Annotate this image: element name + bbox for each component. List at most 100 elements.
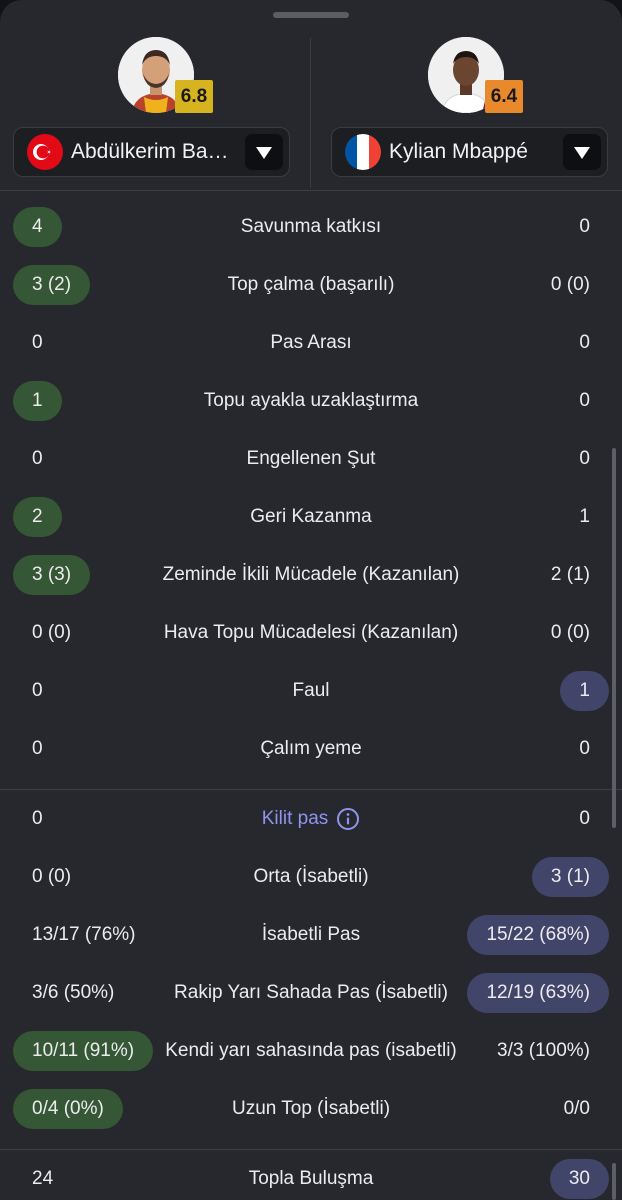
- player-left-selector[interactable]: Abdülkerim Ba…: [13, 127, 290, 177]
- stat-value-right: 0: [579, 808, 590, 829]
- stat-value-right: 0 (0): [550, 622, 590, 643]
- stat-value-right: 3/3 (100%): [497, 1040, 590, 1061]
- stat-row: 2 Geri Kazanma 1: [0, 497, 622, 537]
- stat-label: Uzun Top (İsabetli): [150, 1089, 472, 1129]
- stat-value-left: 1: [13, 381, 62, 421]
- stat-row: 0 (0) Orta (İsabetli) 3 (1): [0, 857, 622, 897]
- stat-row: 0 Faul 1: [0, 671, 622, 711]
- stat-label: Çalım yeme: [150, 729, 472, 769]
- stat-label: Topu ayakla uzaklaştırma: [150, 381, 472, 421]
- stat-label: Kendi yarı sahasında pas (isabetli): [150, 1031, 472, 1071]
- stat-value-right: 2 (1): [550, 564, 590, 585]
- stat-value-right: 0: [579, 332, 590, 353]
- stat-label-text: Kendi yarı sahasında pas (isabetli): [165, 1040, 457, 1061]
- stat-label-text: İsabetli Pas: [261, 924, 361, 945]
- stat-value-left: 0: [32, 738, 43, 759]
- stat-row: 0 Pas Arası 0: [0, 323, 622, 363]
- stat-label: Savunma katkısı: [150, 207, 472, 247]
- stat-label-text: Rakip Yarı Sahada Pas (İsabetli): [174, 982, 448, 1003]
- player-right-rating-badge: 6.4: [485, 80, 523, 113]
- stat-value-left: 0: [32, 808, 43, 829]
- stat-row: 10/11 (91%) Kendi yarı sahasında pas (isa…: [0, 1031, 622, 1071]
- player-right-name: Kylian Mbappé: [389, 140, 528, 163]
- stat-label: Engellenen Şut: [150, 439, 472, 479]
- section-divider: [0, 789, 622, 790]
- stat-value-left: 0: [32, 448, 43, 469]
- stat-label: Orta (İsabetli): [150, 857, 472, 897]
- stat-label-text: Faul: [292, 680, 330, 701]
- stat-label-text: Orta (İsabetli): [253, 866, 369, 887]
- stat-label-text: Çalım yeme: [260, 738, 362, 759]
- stat-row: 13/17 (76%) İsabetli Pas 15/22 (68%): [0, 915, 622, 955]
- stat-value-left: 0: [32, 680, 43, 701]
- stat-label-text: Pas Arası: [270, 332, 352, 353]
- stat-label-text: Engellenen Şut: [246, 448, 376, 469]
- player-left: 6.8 Abdülkerim Ba…: [0, 0, 311, 190]
- stat-label-text: Topla Buluşma: [248, 1168, 374, 1189]
- stat-value-left: 3/6 (50%): [32, 982, 115, 1003]
- stat-value-right: 0: [579, 448, 590, 469]
- stat-value-left: 10/11 (91%): [13, 1031, 154, 1071]
- stat-label-link[interactable]: Kilit pas: [150, 799, 472, 839]
- stat-row: 3 (2) Top çalma (başarılı) 0 (0): [0, 265, 622, 305]
- stat-value-right: 1: [560, 671, 609, 711]
- player-right: 6.4 Kylian Mbappé: [311, 0, 622, 190]
- section-divider: [0, 1149, 622, 1150]
- section-divider: [0, 190, 622, 191]
- chevron-down-icon[interactable]: [245, 134, 283, 170]
- stat-label-text: Geri Kazanma: [250, 506, 372, 527]
- scrollbar[interactable]: [612, 448, 616, 828]
- stat-label-text: Kilit pas: [261, 808, 329, 829]
- stat-value-left: 0: [32, 332, 43, 353]
- stat-label: Rakip Yarı Sahada Pas (İsabetli): [150, 973, 472, 1013]
- stat-value-left: 0 (0): [32, 866, 72, 887]
- stat-row: 0 (0) Hava Topu Mücadelesi (Kazanılan) 0 (…: [0, 613, 622, 653]
- stat-row: 0/4 (0%) Uzun Top (İsabetli) 0/0: [0, 1089, 622, 1129]
- stat-label: Faul: [150, 671, 472, 711]
- player-right-selector[interactable]: Kylian Mbappé: [331, 127, 608, 177]
- stat-label-text: Zeminde İkili Mücadele (Kazanılan): [162, 564, 460, 585]
- stat-label: Zeminde İkili Mücadele (Kazanılan): [150, 555, 472, 595]
- stat-label: İsabetli Pas: [150, 915, 472, 955]
- stat-label-text: Top çalma (başarılı): [227, 274, 395, 295]
- stat-value-right: 0/0: [563, 1098, 590, 1119]
- chevron-down-icon[interactable]: [563, 134, 601, 170]
- stat-label: Geri Kazanma: [150, 497, 472, 537]
- stat-value-left: 3 (3): [13, 555, 91, 595]
- stat-value-right: 0: [579, 738, 590, 759]
- stat-value-left: 2: [13, 497, 62, 537]
- stat-row: 4 Savunma katkısı 0: [0, 207, 622, 247]
- stat-value-right: 0: [579, 390, 590, 411]
- stat-row: 24 Topla Buluşma 30: [0, 1159, 622, 1199]
- stat-value-right: 0 (0): [550, 274, 590, 295]
- turkey-flag-icon: [27, 134, 63, 170]
- stat-value-left: 4: [13, 207, 62, 247]
- stat-value-right: 15/22 (68%): [467, 915, 609, 955]
- stat-value-left: 3 (2): [13, 265, 91, 305]
- stat-label: Top çalma (başarılı): [150, 265, 472, 305]
- stat-row: 0 Kilit pas 0: [0, 799, 622, 839]
- player-left-name: Abdülkerim Ba…: [71, 140, 229, 163]
- stat-value-left: 0 (0): [32, 622, 72, 643]
- stat-label-text: Uzun Top (İsabetli): [231, 1098, 391, 1119]
- stat-row: 0 Engellenen Şut 0: [0, 439, 622, 479]
- stat-label-text: Topu ayakla uzaklaştırma: [203, 390, 419, 411]
- france-flag-icon: [345, 134, 381, 170]
- stat-label-text: Savunma katkısı: [240, 216, 382, 237]
- stat-label: Pas Arası: [150, 323, 472, 363]
- stat-value-right: 3 (1): [531, 857, 609, 897]
- stat-value-right: 1: [579, 506, 590, 527]
- stat-value-left: 13/17 (76%): [32, 924, 136, 945]
- player-comparison-sheet: 6.8 Abdülkerim Ba… 6.4 Kylian Mbappé 4 S…: [0, 0, 622, 1200]
- stat-row: 0 Çalım yeme 0: [0, 729, 622, 769]
- stat-value-right: 12/19 (63%): [467, 973, 609, 1013]
- stat-label-text: Hava Topu Mücadelesi (Kazanılan): [163, 622, 459, 643]
- stat-label: Hava Topu Mücadelesi (Kazanılan): [150, 613, 472, 653]
- player-left-rating-badge: 6.8: [175, 80, 213, 113]
- stat-label: Topla Buluşma: [150, 1159, 472, 1199]
- stat-value-right: 0: [579, 216, 590, 237]
- info-icon[interactable]: [336, 807, 360, 831]
- scrollbar[interactable]: [612, 1163, 616, 1200]
- stat-value-right: 30: [549, 1159, 609, 1199]
- stat-row: 3/6 (50%) Rakip Yarı Sahada Pas (İsabetli…: [0, 973, 622, 1013]
